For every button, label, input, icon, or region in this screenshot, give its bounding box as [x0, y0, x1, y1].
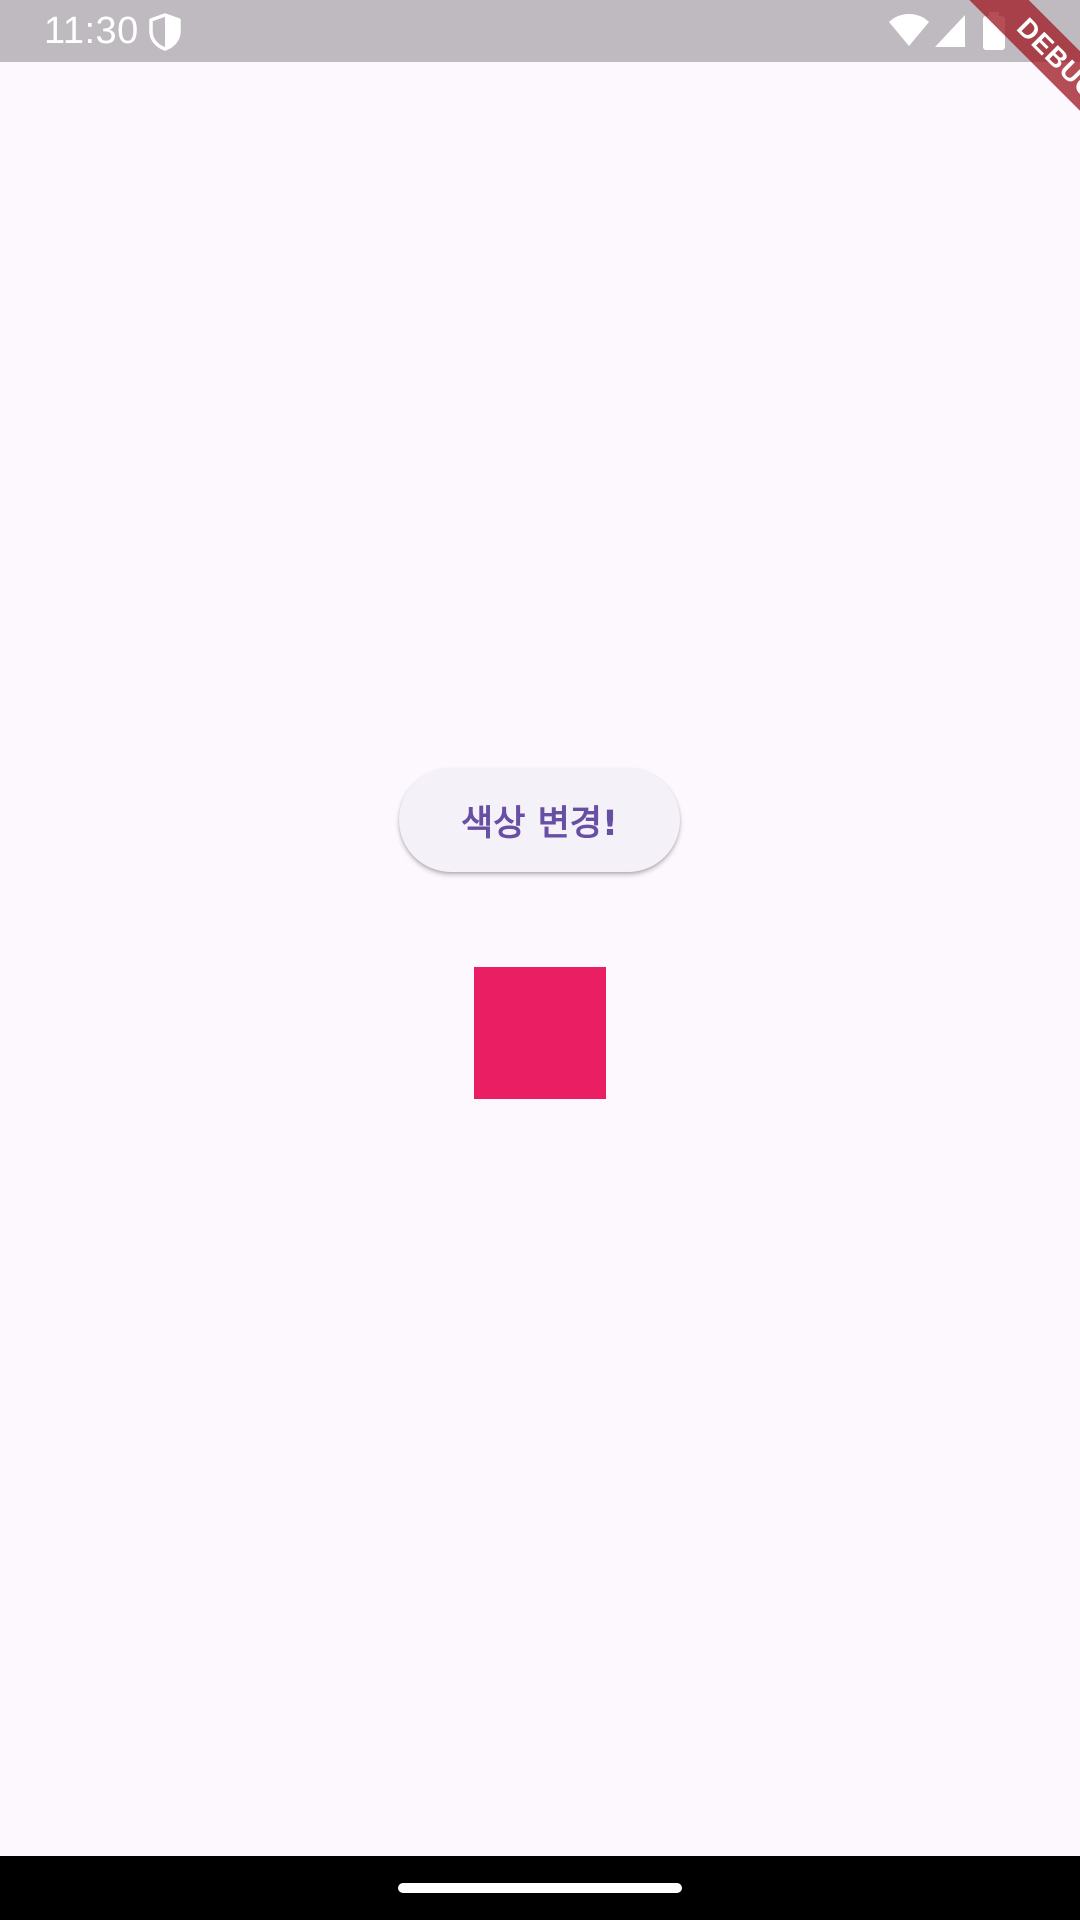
- status-bar: 11:30: [0, 0, 1080, 62]
- status-time: 11:30: [44, 10, 139, 52]
- shield-icon: [149, 13, 181, 51]
- change-color-button[interactable]: 색상 변경!: [399, 768, 680, 872]
- wifi-icon: [889, 14, 929, 46]
- color-box: [474, 967, 606, 1099]
- home-handle-icon[interactable]: [398, 1883, 682, 1893]
- signal-icon: [935, 15, 965, 47]
- battery-icon: [983, 12, 1005, 50]
